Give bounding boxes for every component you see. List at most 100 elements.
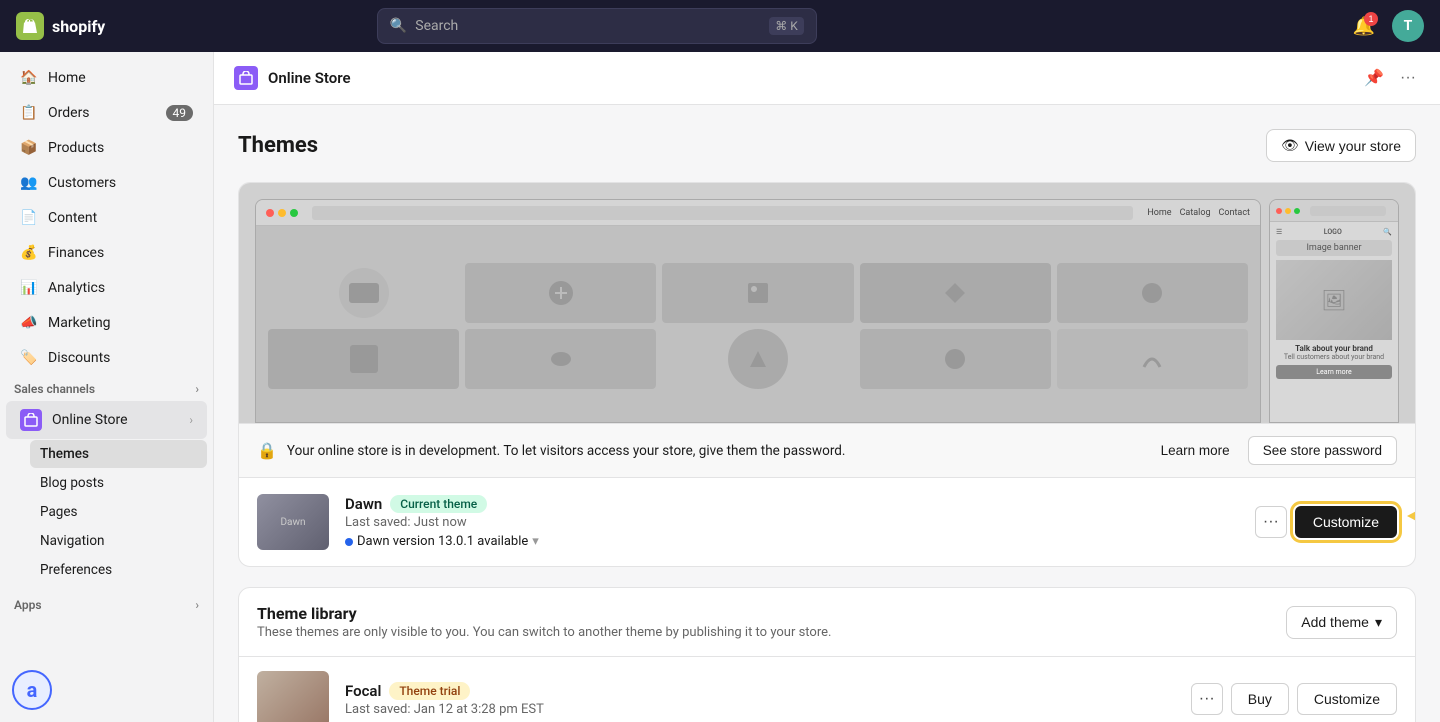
discounts-icon: 🏷️ (20, 349, 38, 367)
eye-icon: 👁 (1281, 137, 1299, 154)
navigation-label: Navigation (40, 533, 104, 549)
channel-header-actions: 📌 ··· (1360, 64, 1420, 92)
library-subtitle: These themes are only visible to you. Yo… (257, 625, 831, 640)
sidebar-item-label: Discounts (48, 350, 110, 366)
sidebar-item-label: Marketing (48, 315, 111, 331)
sidebar-item-products[interactable]: 📦 Products (6, 131, 207, 165)
shopify-text: shopify (52, 17, 105, 36)
current-theme-row: Dawn Dawn Current theme Last saved: Just… (239, 477, 1415, 566)
lock-icon: 🔒 (257, 441, 277, 460)
theme-name: Dawn (345, 495, 382, 513)
theme-version[interactable]: Dawn version 13.0.1 available ▾ (345, 534, 1239, 549)
page-title: Themes (238, 133, 318, 158)
window-controls (266, 209, 298, 217)
channel-icon (234, 66, 258, 90)
topbar-right: 🔔 1 T (1348, 10, 1424, 42)
sidebar-item-orders[interactable]: 📋 Orders 49 (6, 96, 207, 130)
apps-chevron: › (195, 598, 199, 612)
sidebar-item-pages[interactable]: Pages (30, 498, 207, 526)
sidebar-item-analytics[interactable]: 📊 Analytics (6, 271, 207, 305)
user-profile-avatar: a (12, 670, 52, 710)
pin-button[interactable]: 📌 (1360, 64, 1388, 92)
customize-button[interactable]: Customize (1295, 506, 1397, 538)
sidebar-item-themes[interactable]: Themes (30, 440, 207, 468)
search-shortcut: ⌘ K (769, 17, 804, 35)
focal-saved-time: Last saved: Jan 12 at 3:28 pm EST (345, 702, 1175, 717)
maximize-dot (290, 209, 298, 217)
theme-more-options[interactable]: ··· (1255, 506, 1287, 538)
dawn-theme-thumbnail: Dawn (257, 494, 329, 550)
sales-channels-chevron: › (195, 382, 199, 396)
focal-buy-button[interactable]: Buy (1231, 683, 1289, 715)
add-theme-label: Add theme (1301, 614, 1369, 630)
view-store-button[interactable]: 👁 View your store (1266, 129, 1416, 162)
focal-theme-name: Focal (345, 682, 381, 700)
sidebar-item-label: Orders (48, 105, 90, 121)
focal-theme-thumbnail (257, 671, 329, 722)
library-header-text: Theme library These themes are only visi… (257, 604, 831, 640)
view-store-label: View your store (1305, 138, 1401, 154)
online-store-sub-nav: Themes Blog posts Pages Navigation Prefe… (0, 440, 213, 584)
mobile-preview-content: ☰ LOGO 🔍 Image banner 🖼 Talk about your … (1270, 222, 1398, 385)
version-text: Dawn version 13.0.1 available (357, 534, 528, 549)
store-password-button[interactable]: See store password (1248, 436, 1397, 465)
sidebar-item-preferences[interactable]: Preferences (30, 556, 207, 584)
shopify-logo[interactable]: shopify (16, 12, 105, 40)
desktop-nav-links: Home Catalog Contact (1147, 208, 1250, 218)
preferences-label: Preferences (40, 562, 112, 578)
orders-badge: 49 (166, 105, 194, 121)
customize-wrapper: Customize (1295, 506, 1397, 538)
themes-label: Themes (40, 446, 89, 462)
more-options-button[interactable]: ··· (1396, 64, 1420, 92)
sidebar-item-blog-posts[interactable]: Blog posts (30, 469, 207, 497)
sidebar-item-customers[interactable]: 👥 Customers (6, 166, 207, 200)
sidebar-item-marketing[interactable]: 📣 Marketing (6, 306, 207, 340)
channel-title: Online Store (268, 69, 351, 87)
notification-button[interactable]: 🔔 1 (1348, 10, 1380, 42)
orders-icon: 📋 (20, 104, 38, 122)
online-store-label: Online Store (52, 412, 128, 428)
customers-icon: 👥 (20, 174, 38, 192)
sidebar-item-content[interactable]: 📄 Content (6, 201, 207, 235)
page-header: Themes 👁 View your store (238, 129, 1416, 162)
blog-posts-label: Blog posts (40, 475, 104, 491)
theme-saved-time: Last saved: Just now (345, 515, 1239, 530)
sidebar-item-online-store[interactable]: Online Store › (6, 401, 207, 439)
sidebar-nav: 🏠 Home 📋 Orders 49 📦 Products 👥 Customer… (0, 52, 213, 624)
mobile-image-placeholder: 🖼 (1276, 260, 1392, 340)
apps-header[interactable]: Apps › (0, 592, 213, 616)
focal-more-options[interactable]: ··· (1191, 683, 1223, 715)
marketing-icon: 📣 (20, 314, 38, 332)
current-theme-badge: Current theme (390, 495, 487, 513)
main-content: Online Store 📌 ··· Themes 👁 View your st… (214, 52, 1440, 722)
sidebar-item-home[interactable]: 🏠 Home (6, 61, 207, 95)
sidebar-item-finances[interactable]: 💰 Finances (6, 236, 207, 270)
learn-more-button[interactable]: Learn more (1151, 436, 1240, 465)
add-theme-button[interactable]: Add theme ▾ (1286, 606, 1397, 639)
close-dot (266, 209, 274, 217)
banner-actions: Learn more See store password (1151, 436, 1397, 465)
sidebar-item-navigation[interactable]: Navigation (30, 527, 207, 555)
search-icon: 🔍 (390, 18, 407, 34)
mobile-preview-bar (1270, 200, 1398, 222)
version-dot (345, 538, 353, 546)
sales-channels-header[interactable]: Sales channels › (0, 376, 213, 400)
focal-theme-info: Focal Theme trial Last saved: Jan 12 at … (345, 682, 1175, 717)
focal-customize-button[interactable]: Customize (1297, 683, 1397, 715)
focal-theme-row: Focal Theme trial Last saved: Jan 12 at … (239, 657, 1415, 722)
sidebar: 🏠 Home 📋 Orders 49 📦 Products 👥 Customer… (0, 52, 214, 722)
mobile-brand-text: Talk about your brand (1276, 344, 1392, 353)
add-theme-chevron: ▾ (1375, 614, 1382, 631)
user-avatar[interactable]: T (1392, 10, 1424, 42)
apps-label: Apps (14, 598, 42, 612)
sidebar-bottom-avatar[interactable]: a (0, 658, 213, 722)
search-bar[interactable]: 🔍 Search ⌘ K (377, 8, 817, 44)
sidebar-item-label: Home (48, 70, 86, 86)
desktop-preview: Home Catalog Contact (255, 199, 1261, 423)
home-icon: 🏠 (20, 69, 38, 87)
theme-preview-images: Home Catalog Contact (239, 183, 1415, 423)
sidebar-item-discounts[interactable]: 🏷️ Discounts (6, 341, 207, 375)
channel-header: Online Store 📌 ··· (214, 52, 1440, 105)
mobile-brand-sub: Tell customers about your brand (1276, 353, 1392, 361)
desktop-preview-bar: Home Catalog Contact (256, 200, 1260, 226)
